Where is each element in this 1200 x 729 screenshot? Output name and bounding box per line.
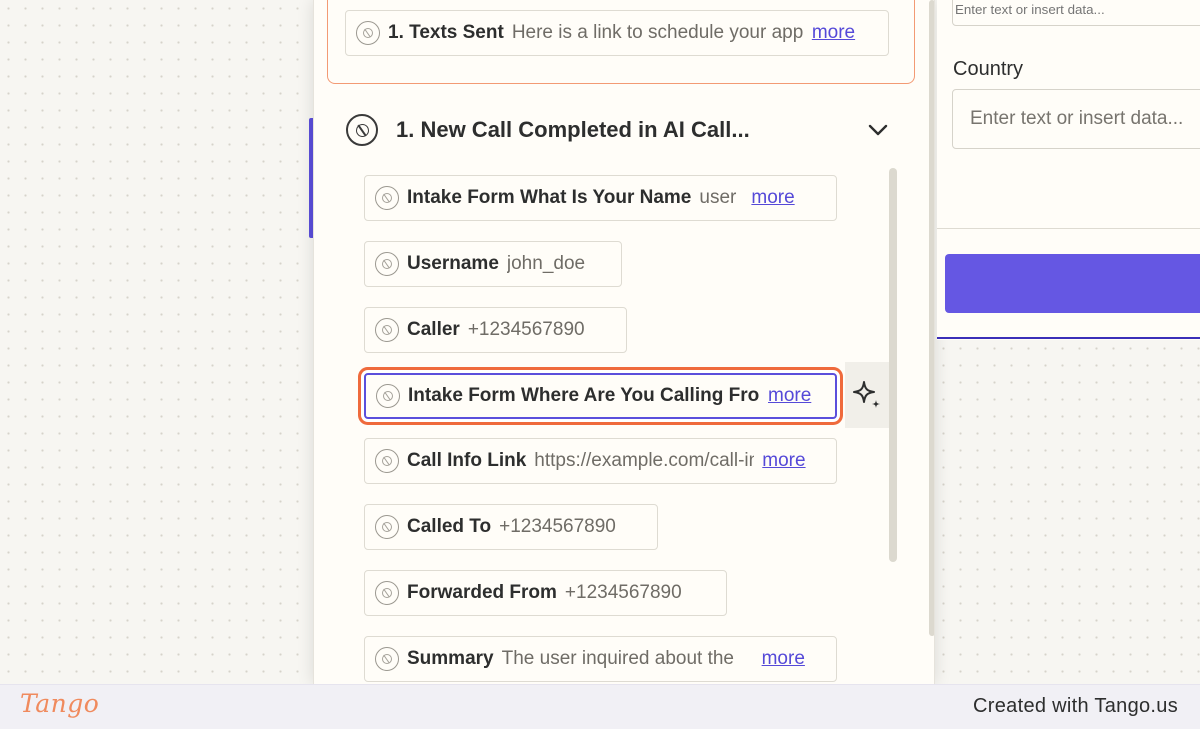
- app-logo-icon: [375, 515, 399, 539]
- app-logo-icon: [375, 647, 399, 671]
- field-pill-call-info-link[interactable]: Call Info Link https://example.com/call-…: [364, 438, 837, 484]
- country-label: Country: [953, 58, 1024, 80]
- primary-action-button[interactable]: [945, 254, 1200, 313]
- app-logo-icon: [375, 581, 399, 605]
- section-divider: [937, 228, 1200, 229]
- app-logo-icon: [356, 21, 380, 45]
- field-value: +1234567890: [564, 582, 682, 603]
- app-logo-icon: [375, 186, 399, 210]
- field-pill-intake-location[interactable]: Intake Form Where Are You Calling From m…: [364, 373, 837, 419]
- field-pill-called-to[interactable]: Called To +1234567890: [364, 504, 658, 550]
- field-value: Here is a link to schedule your appointm…: [511, 22, 804, 43]
- field-pill-intake-name[interactable]: Intake Form What Is Your Name user more: [364, 175, 837, 221]
- field-label: Username: [407, 253, 499, 274]
- created-with-credit: Created with Tango.us: [973, 695, 1178, 717]
- app-logo-icon: [375, 252, 399, 276]
- step-group-header[interactable]: 1. New Call Completed in AI Call...: [346, 108, 906, 152]
- app-logo-icon: [376, 384, 400, 408]
- field-label: Call Info Link: [407, 450, 527, 471]
- more-link[interactable]: more: [762, 450, 805, 472]
- field-value: https://example.com/call-info: [534, 450, 755, 471]
- more-link[interactable]: more: [812, 22, 855, 44]
- field-pill-caller[interactable]: Caller +1234567890: [364, 307, 627, 353]
- ai-suggest-button[interactable]: [845, 362, 889, 428]
- field-pill-summary[interactable]: Summary The user inquired about the more: [364, 636, 837, 682]
- field-label: 1. Texts Sent: [388, 22, 504, 43]
- previous-step-card: 1. Texts Sent Here is a link to schedule…: [327, 0, 915, 84]
- app-logo-icon: [375, 449, 399, 473]
- data-picker-panel: 1. Texts Sent Here is a link to schedule…: [313, 0, 935, 684]
- country-input[interactable]: [952, 89, 1200, 149]
- field-label: Summary: [407, 648, 494, 669]
- field-label: Called To: [407, 516, 492, 537]
- step-group-title: 1. New Call Completed in AI Call...: [396, 117, 750, 142]
- field-label: Intake Form What Is Your Name: [407, 187, 692, 208]
- field-value: +1234567890: [467, 319, 585, 340]
- section-divider: [937, 337, 1200, 339]
- field-pill-texts-sent[interactable]: 1. Texts Sent Here is a link to schedule…: [345, 10, 889, 56]
- field-pill-forwarded-from[interactable]: Forwarded From +1234567890: [364, 570, 727, 616]
- field-label: Caller: [407, 319, 460, 340]
- app-logo-icon: [375, 318, 399, 342]
- field-value: john_doe: [506, 253, 586, 274]
- field-value: +1234567890: [499, 516, 616, 537]
- outer-scrollbar[interactable]: [929, 0, 934, 636]
- more-link[interactable]: more: [762, 648, 805, 670]
- chevron-down-icon[interactable]: [866, 118, 890, 142]
- more-link[interactable]: more: [751, 187, 794, 209]
- field-label: Intake Form Where Are You Calling From: [408, 385, 760, 406]
- top-text-input[interactable]: [952, 0, 1200, 26]
- form-panel: Country: [937, 0, 1200, 340]
- app-logo-icon: [346, 114, 378, 146]
- field-value: user: [699, 187, 737, 208]
- field-value: The user inquired about the: [501, 648, 734, 669]
- tango-logo: Tango: [20, 689, 100, 718]
- field-label: Forwarded From: [407, 582, 557, 603]
- inner-scrollbar[interactable]: [889, 168, 897, 562]
- sparkle-icon: [853, 381, 880, 408]
- field-pill-username[interactable]: Username john_doe: [364, 241, 622, 287]
- more-link[interactable]: more: [768, 385, 811, 407]
- footer-bar: Tango Created with Tango.us: [0, 684, 1200, 729]
